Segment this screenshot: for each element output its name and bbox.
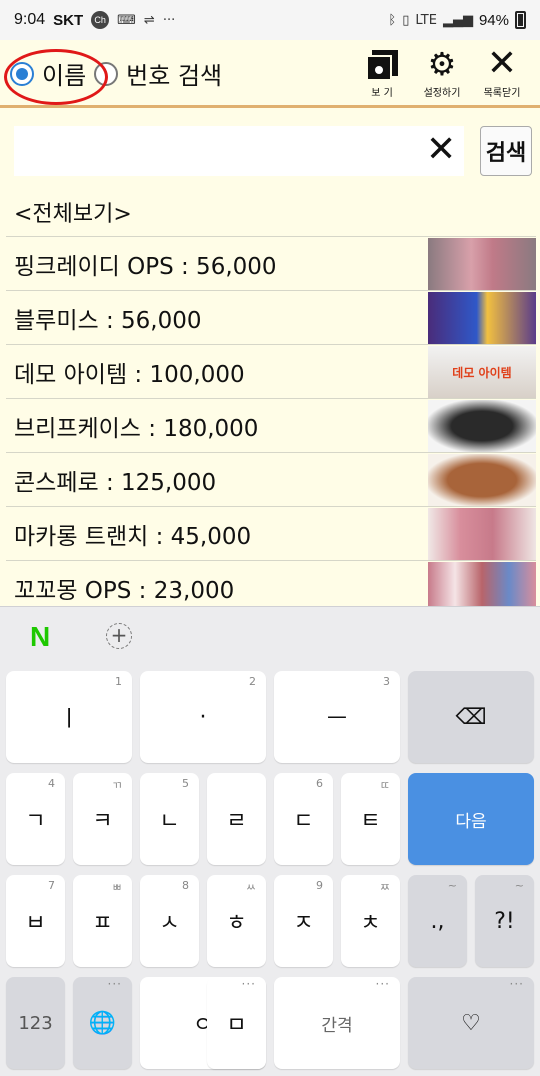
status-bar: 9:04 SKT Ch ⌨ ⇌ ··· ᛒ ▯ LTE ▂▄▆ 94% xyxy=(0,0,540,40)
keyboard-toolbar: N + xyxy=(0,607,540,663)
list-item[interactable]: 콘스페로 : 125,000 xyxy=(6,452,536,506)
space-key[interactable]: ··· 간격 xyxy=(274,977,400,1069)
keyboard: N + 1 ㅣ 2 · 3 ㅡ ⌫ 4 ㄱ ㄲ ㅋ 5 ㄴ ㄹ 6 ㄷ ㄸ ㅌ … xyxy=(0,606,540,1076)
key-comma-period[interactable]: ~ ., xyxy=(408,875,467,967)
close-icon: ✕ xyxy=(486,43,518,84)
more-notifications-icon: ··· xyxy=(162,12,176,28)
camera-icon xyxy=(366,50,398,82)
item-thumbnail xyxy=(428,453,536,506)
item-text: 블루미스 : 56,000 xyxy=(14,307,202,334)
list-item[interactable]: 브리프케이스 : 180,000 xyxy=(6,398,536,452)
item-thumbnail xyxy=(428,291,536,344)
item-text: 꼬꼬몽 OPS : 23,000 xyxy=(14,577,235,604)
list-item[interactable]: 꼬꼬몽 OPS : 23,000 xyxy=(6,560,536,606)
status-time: 9:04 xyxy=(14,11,46,28)
next-key[interactable]: 다음 xyxy=(408,773,534,865)
item-thumbnail xyxy=(428,237,536,290)
key-r[interactable]: ㄹ xyxy=(207,773,266,865)
item-text: 핑크레이디 OPS : 56,000 xyxy=(14,253,277,280)
globe-icon: 🌐 xyxy=(88,1010,117,1036)
emoji-key[interactable]: ··· ♡ xyxy=(408,977,534,1069)
list-item[interactable]: 마카롱 트랜치 : 45,000 xyxy=(6,506,536,560)
item-text: 마카롱 트랜치 : 45,000 xyxy=(14,523,252,550)
list-item[interactable]: 핑크레이디 OPS : 56,000 xyxy=(6,236,536,290)
number-mode-key[interactable]: 123 xyxy=(6,977,65,1069)
battery-percent: 94% xyxy=(478,11,509,29)
key-question-exclaim[interactable]: ~ ?! xyxy=(475,875,534,967)
item-text: 브리프케이스 : 180,000 xyxy=(14,415,259,442)
key-k[interactable]: ㄲ ㅋ xyxy=(73,773,132,865)
key-ch[interactable]: ㅉ ㅊ xyxy=(341,875,400,967)
key-eu[interactable]: 3 ㅡ xyxy=(274,671,400,763)
item-thumbnail xyxy=(428,561,536,606)
key-s[interactable]: 8 ㅅ xyxy=(140,875,199,967)
radio-name[interactable] xyxy=(10,61,34,86)
channel-badge-icon: Ch xyxy=(91,11,110,29)
clear-icon[interactable]: ✕ xyxy=(426,130,456,170)
product-list: 핑크레이디 OPS : 56,000 블루미스 : 56,000 데모 아이템 … xyxy=(6,236,536,606)
radio-number[interactable] xyxy=(94,61,119,86)
key-b[interactable]: 7 ㅂ xyxy=(6,875,65,967)
thumb-caption: 데모 아이템 xyxy=(452,365,512,380)
radio-number-label[interactable]: 번호 검색 xyxy=(126,56,222,91)
battery-icon xyxy=(515,11,526,29)
key-j[interactable]: 9 ㅈ xyxy=(274,875,333,967)
key-dot[interactable]: 2 · xyxy=(140,671,266,763)
status-carrier: SKT xyxy=(53,11,84,29)
bluetooth-icon: ᛒ xyxy=(388,12,397,28)
settings-button[interactable]: ⚙ 설정하기 xyxy=(412,46,472,104)
search-input[interactable] xyxy=(14,126,464,176)
app-header: 이름 번호 검색 보 기 ⚙ 설정하기 ✕ 목록닫기 xyxy=(0,40,540,108)
key-g[interactable]: 4 ㄱ xyxy=(6,773,65,865)
close-list-button[interactable]: ✕ 목록닫기 xyxy=(472,46,532,104)
usb-icon: ⇌ xyxy=(143,12,155,28)
signal-icon: ▂▄▆ xyxy=(442,12,473,28)
language-key[interactable]: ··· 🌐 xyxy=(73,977,132,1069)
item-text: 데모 아이템 : 100,000 xyxy=(14,361,245,388)
settings-label: 설정하기 xyxy=(423,88,461,99)
item-thumbnail: 데모 아이템 xyxy=(428,345,536,398)
vibrate-icon: ▯ xyxy=(402,12,410,28)
search-button[interactable]: 검색 xyxy=(480,126,532,176)
key-m[interactable]: ··· ㅁ xyxy=(207,977,266,1069)
key-n[interactable]: 5 ㄴ xyxy=(140,773,199,865)
key-t[interactable]: ㄸ ㅌ xyxy=(341,773,400,865)
list-item[interactable]: 데모 아이템 : 100,000 데모 아이템 xyxy=(6,344,536,398)
gear-icon: ⚙ xyxy=(427,45,457,83)
heart-icon: ♡ xyxy=(461,1010,481,1036)
show-all-link[interactable]: <전체보기> xyxy=(14,196,132,228)
close-list-label: 목록닫기 xyxy=(483,88,521,99)
keyboard-icon: ⌨ xyxy=(117,12,136,28)
key-h[interactable]: ㅆ ㅎ xyxy=(207,875,266,967)
search-row: ✕ 검색 xyxy=(0,112,540,188)
item-thumbnail xyxy=(428,507,536,560)
key-d[interactable]: 6 ㄷ xyxy=(274,773,333,865)
key-i[interactable]: 1 ㅣ xyxy=(6,671,132,763)
backspace-icon: ⌫ xyxy=(455,704,487,730)
radio-name-label[interactable]: 이름 xyxy=(42,56,86,91)
list-item[interactable]: 블루미스 : 56,000 xyxy=(6,290,536,344)
item-text: 콘스페로 : 125,000 xyxy=(14,469,217,496)
view-button[interactable]: 보 기 xyxy=(352,46,412,104)
lte-icon: LTE xyxy=(415,12,437,28)
key-p[interactable]: ㅃ ㅍ xyxy=(73,875,132,967)
naver-logo-icon[interactable]: N xyxy=(30,621,50,653)
add-icon[interactable]: + xyxy=(106,623,132,649)
search-mode-group: 이름 번호 검색 xyxy=(10,56,230,91)
item-thumbnail xyxy=(428,399,536,452)
backspace-key[interactable]: ⌫ xyxy=(408,671,534,763)
view-label: 보 기 xyxy=(371,88,393,99)
